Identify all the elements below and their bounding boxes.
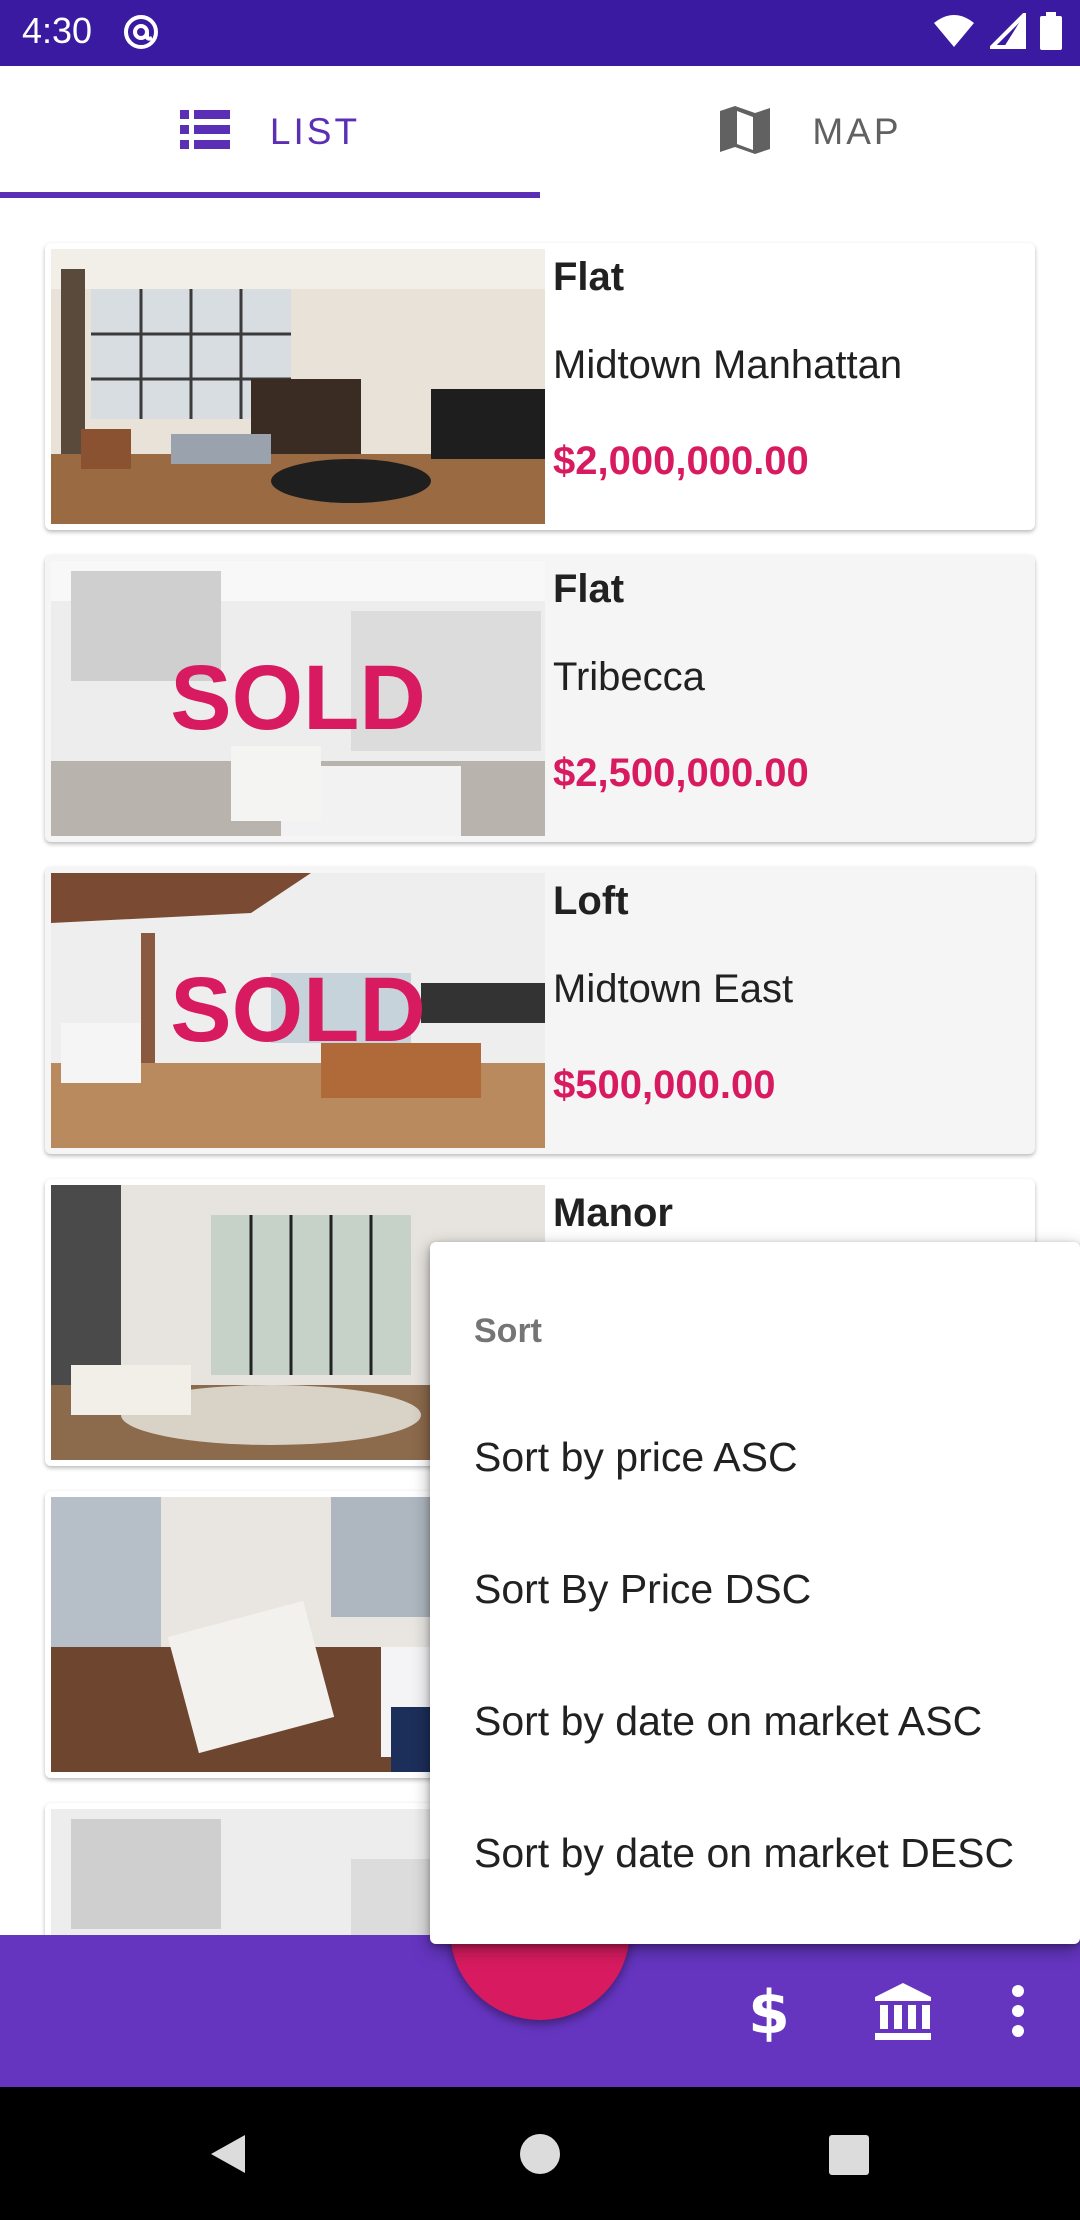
listing-type: Manor bbox=[553, 1191, 673, 1235]
listing-card[interactable]: Flat Midtown Manhattan $2,000,000.00 bbox=[45, 243, 1035, 530]
status-bar: 4:30 bbox=[0, 0, 1080, 66]
map-icon bbox=[718, 103, 772, 162]
listing-type: Loft bbox=[553, 879, 629, 923]
listing-area: Midtown Manhattan bbox=[553, 343, 903, 387]
back-icon[interactable] bbox=[205, 2131, 251, 2182]
sort-price-asc-item[interactable]: Sort by price ASC bbox=[474, 1434, 798, 1481]
listing-price: $500,000.00 bbox=[553, 1063, 776, 1107]
dollar-icon[interactable]: $ bbox=[733, 1975, 805, 2047]
listing-card[interactable]: SOLD Loft Midtown East $500,000.00 bbox=[45, 867, 1035, 1154]
listing-area: Tribecca bbox=[553, 655, 705, 699]
tab-list[interactable]: LIST bbox=[0, 66, 540, 198]
tab-indicator bbox=[0, 192, 540, 198]
listing-price: $2,500,000.00 bbox=[553, 751, 809, 795]
listing-card[interactable]: SOLD Flat Tribecca $2,500,000.00 bbox=[45, 555, 1035, 842]
svg-text:$: $ bbox=[748, 1979, 790, 2043]
home-icon[interactable] bbox=[519, 2133, 561, 2180]
wifi-icon bbox=[932, 13, 976, 54]
tab-bar: LIST MAP bbox=[0, 66, 1080, 198]
battery-icon bbox=[1040, 11, 1062, 55]
at-sign-icon bbox=[122, 13, 160, 51]
recents-icon[interactable] bbox=[829, 2135, 869, 2180]
tab-list-label: LIST bbox=[269, 111, 361, 152]
tab-map-label: MAP bbox=[812, 111, 902, 152]
bank-icon[interactable] bbox=[867, 1975, 939, 2047]
listing-area: Midtown East bbox=[553, 967, 794, 1011]
listing-type: Flat bbox=[553, 255, 625, 299]
list-icon bbox=[179, 109, 230, 155]
sold-label: SOLD bbox=[170, 959, 426, 1061]
sort-menu: Sort Sort by price ASC Sort By Price DSC… bbox=[430, 1242, 1080, 1944]
sort-price-desc-item[interactable]: Sort By Price DSC bbox=[474, 1566, 811, 1613]
sort-date-desc-item[interactable]: Sort by date on market DESC bbox=[474, 1830, 1014, 1877]
sort-date-asc-item[interactable]: Sort by date on market ASC bbox=[474, 1698, 982, 1745]
signal-icon bbox=[987, 9, 1026, 54]
status-time: 4:30 bbox=[22, 10, 93, 51]
listing-price: $2,000,000.00 bbox=[553, 439, 809, 483]
listing-photo: SOLD bbox=[51, 873, 545, 1148]
tab-map[interactable]: MAP bbox=[540, 66, 1080, 198]
more-vert-icon[interactable] bbox=[982, 1975, 1054, 2047]
listing-type: Flat bbox=[553, 567, 625, 611]
sort-menu-title: Sort bbox=[474, 1312, 542, 1350]
listing-photo bbox=[51, 249, 545, 524]
sold-label: SOLD bbox=[170, 647, 426, 749]
listing-photo: SOLD bbox=[51, 561, 545, 836]
system-nav-bar bbox=[0, 2087, 1080, 2220]
